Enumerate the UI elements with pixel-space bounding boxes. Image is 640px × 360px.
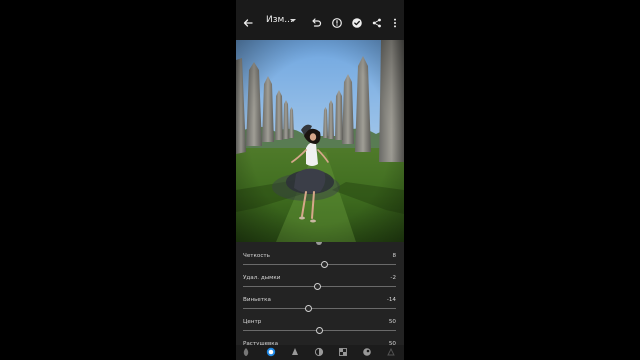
- slider-thumb[interactable]: [316, 326, 323, 334]
- slider-row-clarity: Четкость 8: [236, 252, 404, 274]
- photo-preview[interactable]: [236, 40, 404, 242]
- share-icon[interactable]: [371, 14, 383, 28]
- presets-icon[interactable]: [241, 347, 251, 357]
- slider-value: 8: [392, 253, 396, 259]
- app-screen: Изм... Четкость 8 Удал. дымки -2 Виньетк…: [236, 0, 404, 360]
- slider-track[interactable]: [243, 307, 396, 309]
- top-toolbar: Изм...: [236, 0, 404, 40]
- slider-value: -14: [386, 297, 396, 303]
- undo-icon[interactable]: [310, 14, 322, 27]
- dropdown-caret-icon[interactable]: [290, 19, 296, 22]
- slider-row-midpoint: Центр 50: [236, 318, 404, 340]
- slider-label: Удал. дымки: [243, 275, 281, 281]
- slider-row-vignette: Виньетка -14: [236, 296, 404, 318]
- effects-icon[interactable]: [314, 347, 324, 357]
- info-icon[interactable]: [331, 14, 343, 28]
- geometry-icon[interactable]: [386, 347, 396, 357]
- detail-icon[interactable]: [338, 347, 348, 357]
- slider-thumb[interactable]: [305, 304, 312, 312]
- slider-value: -2: [390, 275, 396, 281]
- slider-label: Четкость: [243, 253, 270, 259]
- edit-mode-title[interactable]: Изм...: [266, 15, 293, 25]
- slider-value: 50: [388, 319, 396, 325]
- checkmark-icon[interactable]: [351, 14, 363, 28]
- slider-row-dehaze: Удал. дымки -2: [236, 274, 404, 296]
- slider-track[interactable]: [243, 263, 396, 265]
- color-icon[interactable]: [290, 347, 300, 357]
- slider-thumb[interactable]: [321, 260, 328, 268]
- slider-label: Центр: [243, 319, 262, 325]
- slider-label: Виньетка: [243, 297, 271, 303]
- bottom-toolbar: [236, 345, 404, 360]
- light-icon[interactable]: [266, 347, 276, 357]
- panel-drag-handle[interactable]: [316, 242, 322, 245]
- adjustments-panel: Четкость 8 Удал. дымки -2 Виньетка -14 Ц…: [236, 242, 404, 360]
- slider-thumb[interactable]: [314, 282, 321, 290]
- optics-icon[interactable]: [362, 347, 372, 357]
- more-vert-icon[interactable]: [389, 14, 401, 28]
- back-arrow-icon[interactable]: [242, 14, 254, 27]
